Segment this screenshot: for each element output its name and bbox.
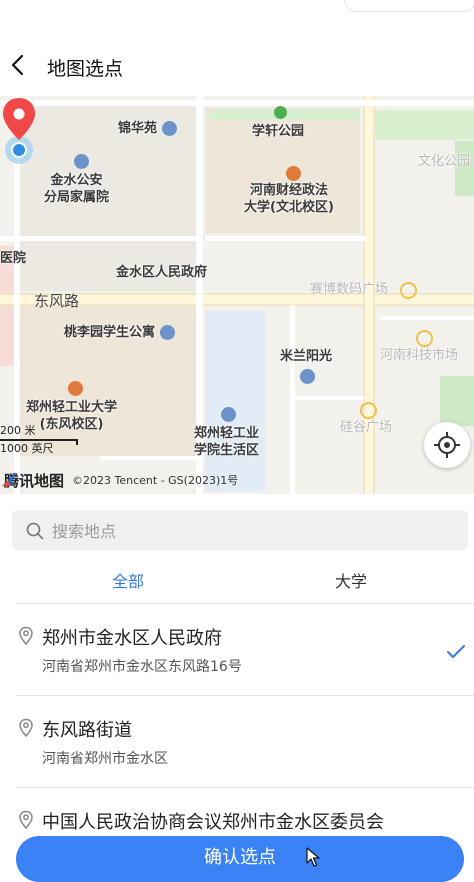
result-address: 河南省郑州市金水区东风路16号 (42, 659, 242, 675)
tencent-map-logo-icon (2, 472, 16, 486)
school-icon (68, 381, 83, 396)
poi-label: 锦华苑 (118, 120, 177, 137)
list-item[interactable]: 郑州市金水区人民政府 河南省郑州市金水区东风路16号 (16, 603, 474, 695)
location-marker-icon (19, 810, 33, 830)
poi-label: 硅谷广场 (340, 420, 393, 435)
status-bar (0, 0, 474, 14)
park-icon (274, 106, 287, 119)
map-attribution: 腾讯地图 ©2023 Tencent - GS(2023)1号 (0, 470, 238, 490)
poi-label: 河南科技市场 (380, 348, 459, 363)
location-marker-icon (19, 718, 33, 738)
capsule-menu[interactable] (344, 0, 474, 12)
result-name: 东风路街道 (42, 720, 132, 741)
tab-bar: 全部 大学 (0, 560, 474, 600)
scale-bar (0, 439, 78, 445)
page-title: 地图选点 (47, 58, 124, 80)
copyright-text: ©2023 Tencent - GS(2023)1号 (72, 474, 239, 487)
shop-icon (400, 282, 417, 299)
search-input[interactable] (50, 510, 454, 552)
poi-label: 河南财经政法 大学(文北校区) (244, 183, 334, 215)
check-icon (447, 645, 465, 658)
crosshair-icon (434, 432, 460, 458)
result-address: 河南省郑州市金水区 (42, 751, 168, 767)
confirm-button[interactable]: 确认选点 (16, 836, 464, 882)
poi-label: 金水公安 分局家属院 (44, 173, 110, 205)
poi-label: 米兰阳光 (280, 349, 333, 364)
poi-label: 郑州轻工业 学院生活区 (194, 426, 260, 458)
shop-icon (416, 330, 433, 347)
location-pin-icon (3, 98, 35, 164)
back-icon[interactable] (6, 52, 32, 78)
mouse-cursor-icon (306, 847, 320, 867)
map-scale: 200 米 1000 英尺 (0, 422, 78, 458)
poi-label: 桃李园学生公寓 (64, 324, 175, 341)
poi-label: 医院 (0, 251, 27, 266)
header: 地图选点 (0, 40, 474, 92)
poi-label: 金水区人民政府 (116, 265, 208, 280)
locate-button[interactable] (424, 422, 470, 468)
result-name: 中国人民政治协商会议郑州市金水区委员会 (42, 812, 384, 833)
map-view[interactable]: 锦华苑 学轩公园 文化公园 金水公安 分局家属院 河南财经政法 大学(文北校区)… (0, 96, 474, 494)
scale-metric: 200 米 (0, 424, 36, 437)
search-icon (26, 522, 44, 540)
building-icon (221, 407, 236, 422)
poi-label: 学轩公园 (252, 124, 305, 139)
search-bar[interactable] (12, 510, 468, 552)
result-name: 郑州市金水区人民政府 (42, 628, 222, 649)
poi-label: 文化公园 (418, 154, 471, 169)
poi-label: 赛博数码广场 (310, 282, 389, 297)
building-icon (300, 369, 315, 384)
school-icon (286, 166, 301, 181)
building-icon (74, 154, 89, 169)
shop-icon (360, 402, 377, 419)
tab-all[interactable]: 全部 (112, 568, 144, 592)
tab-university[interactable]: 大学 (335, 568, 367, 592)
list-item[interactable]: 东风路街道 河南省郑州市金水区 (16, 695, 474, 787)
location-marker-icon (19, 626, 33, 646)
road-label: 东风路 (34, 292, 80, 310)
